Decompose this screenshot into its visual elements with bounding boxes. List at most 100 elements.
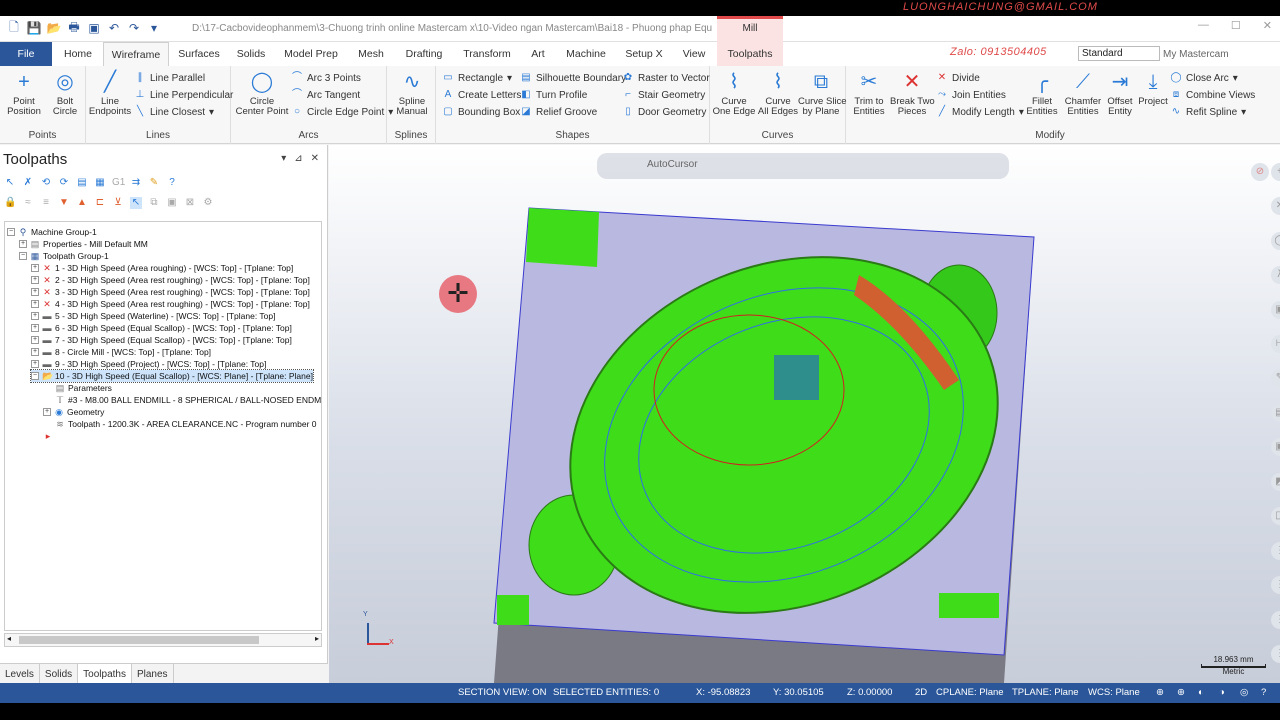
spline-manual-button[interactable]: ∿ Spline Manual [390, 70, 434, 117]
tab-surfaces[interactable]: Surfaces [172, 42, 226, 66]
expand-icon[interactable]: + [31, 360, 39, 368]
line-parallel-button[interactable]: ∥ Line Parallel [134, 72, 206, 84]
globe-icon[interactable]: ⊕ [1177, 687, 1185, 698]
tree-operation-7[interactable]: + ▬ 7 - 3D High Speed (Equal Scallop) - [W… [31, 334, 292, 346]
relief-groove-button[interactable]: ◪ Relief Groove [520, 106, 597, 118]
tab-model-prep[interactable]: Model Prep [280, 42, 342, 66]
tab-drafting[interactable]: Drafting [400, 42, 448, 66]
filter-view-icon[interactable]: ⋮ [1271, 576, 1280, 594]
add-icon[interactable]: + [1271, 163, 1280, 181]
create-letters-button[interactable]: A Create Letters [442, 89, 522, 101]
modify-length-button[interactable]: ╱ Modify Length ▾ [936, 106, 1024, 118]
maximize-icon[interactable]: ☐ [1231, 19, 1241, 32]
tab-solids-manager[interactable]: Solids [40, 664, 79, 683]
point-position-button[interactable]: + Point Position [4, 70, 44, 117]
2d-3d-toggle[interactable]: 2D [915, 687, 927, 698]
tree-toolpath-group[interactable]: − ▦ Toolpath Group-1 [19, 250, 109, 262]
expand-icon[interactable]: + [31, 288, 39, 296]
expand-icon[interactable]: + [31, 336, 39, 344]
circle-center-point-button[interactable]: ◯ Circle Center Point [233, 70, 291, 117]
backplot-icon[interactable]: ▤ [76, 177, 88, 189]
lock-icon[interactable]: 🔒 [4, 197, 16, 209]
offset-entity-button[interactable]: ⇥ Offset Entity [1102, 70, 1138, 117]
tree-tool[interactable]: 𝕋 #3 - M8.00 BALL ENDMILL - 8 SPHERICAL /… [55, 394, 321, 406]
expand-icon[interactable]: + [31, 348, 39, 356]
pin-icon[interactable]: ⊿ [294, 153, 302, 164]
line-closest-button[interactable]: ╲ Line Closest ▾ [134, 106, 214, 118]
curve-slice-by-plane-button[interactable]: ⧉ Curve Slice by Plane [798, 70, 847, 117]
tree-operation-8[interactable]: + ▬ 8 - Circle Mill - [WCS: Top] - [Tplane… [31, 346, 211, 358]
tree-operation-3[interactable]: + ✕ 3 - 3D High Speed (Area rest roughing)… [31, 286, 310, 298]
curve-one-edge-button[interactable]: ⌇ Curve One Edge [712, 70, 756, 117]
filter-icon[interactable]: ⊠ [184, 197, 196, 209]
rectangle-button[interactable]: ▭ Rectangle ▾ [442, 72, 512, 84]
select-all-icon[interactable]: ↖ [4, 177, 16, 189]
raster-to-vector-button[interactable]: ✿ Raster to Vector [622, 72, 710, 84]
section-view-status[interactable]: SECTION VIEW: ON [458, 687, 547, 698]
circle-tool-icon[interactable]: ◯ [1271, 232, 1280, 250]
cplane-status[interactable]: CPLANE: Plane [936, 687, 1004, 698]
tree-operation-2[interactable]: + ✕ 2 - 3D High Speed (Area rest roughing)… [31, 274, 310, 286]
customize-icon[interactable]: ▾ [146, 20, 162, 36]
expand-icon[interactable]: + [19, 240, 27, 248]
fillet-entities-button[interactable]: ╭ Fillet Entities [1022, 70, 1062, 117]
refit-spline-button[interactable]: ∿ Refit Spline ▾ [1170, 106, 1246, 118]
transparency-icon[interactable]: ◎ [1240, 687, 1248, 698]
insert-arrow[interactable]: ▸ [43, 430, 53, 442]
tab-toolpaths-manager[interactable]: Toolpaths [78, 664, 132, 683]
curve-all-edges-button[interactable]: ⌇ Curve All Edges [756, 70, 800, 117]
tree-geometry[interactable]: + ◉ Geometry [43, 406, 104, 418]
tree-operation-9[interactable]: + ▬ 9 - 3D High Speed (Project) - [WCS: To… [31, 358, 266, 370]
line-perpendicular-button[interactable]: ⊥ Line Perpendicular [134, 89, 234, 101]
select-invalid-icon[interactable]: ✗ [22, 177, 34, 189]
show-selected-icon[interactable]: ↖ [130, 197, 142, 209]
expand-icon[interactable]: + [31, 312, 39, 320]
cube-icon[interactable]: ▣ [1271, 438, 1280, 456]
door-geometry-button[interactable]: ▯ Door Geometry [622, 106, 706, 118]
line-endpoints-button[interactable]: ╱ Line Endpoints [88, 70, 132, 117]
project-button[interactable]: ⤓ Project [1136, 70, 1170, 107]
tab-home[interactable]: Home [56, 42, 100, 66]
tree-operation-4[interactable]: + ✕ 4 - 3D High Speed (Area rest roughing)… [31, 298, 310, 310]
workspace-select[interactable]: Standard [1078, 46, 1160, 61]
combine-views-button[interactable]: ⧈ Combine Views [1170, 89, 1255, 101]
layers-icon[interactable]: ▣ [1271, 301, 1280, 319]
collapse-icon[interactable]: − [19, 252, 27, 260]
collapse-icon[interactable]: − [7, 228, 15, 236]
save-icon[interactable]: 💾 [26, 20, 42, 36]
color-icon[interactable]: ◨ [1271, 507, 1280, 525]
bounding-box-button[interactable]: ▢ Bounding Box [442, 106, 520, 118]
stair-geometry-button[interactable]: ⌐ Stair Geometry [622, 89, 705, 101]
print-preview-icon[interactable]: ▣ [86, 20, 102, 36]
scroll-down-icon[interactable]: ⊻ [112, 197, 124, 209]
move-down-icon[interactable]: ▼ [58, 197, 70, 209]
globe-icon[interactable]: ⊕ [1156, 687, 1164, 698]
divide-button[interactable]: ✕ Divide [936, 72, 980, 84]
tree-operation-1[interactable]: + ✕ 1 - 3D High Speed (Area roughing) - [W… [31, 262, 293, 274]
pin-tool-icon[interactable]: ✕ [1271, 197, 1280, 215]
help-icon[interactable]: ? [166, 177, 178, 189]
arc-tangent-button[interactable]: ⌒ Arc Tangent [291, 89, 360, 101]
copy-icon[interactable]: ⧉ [148, 197, 160, 209]
insert-arrow-icon[interactable]: ⊏ [94, 197, 106, 209]
close-arc-button[interactable]: ◯ Close Arc ▾ [1170, 72, 1237, 84]
pencil-icon[interactable]: ✎ [1271, 369, 1280, 387]
tab-mesh[interactable]: Mesh [352, 42, 390, 66]
tree-toolpath-file[interactable]: ≋ Toolpath - 1200.3K - AREA CLEARANCE.NC … [55, 418, 316, 430]
tree-operation-6[interactable]: + ▬ 6 - 3D High Speed (Equal Scallop) - [W… [31, 322, 292, 334]
trim-to-entities-button[interactable]: ✂ Trim to Entities [848, 70, 890, 117]
tab-solids[interactable]: Solids [230, 42, 272, 66]
tree-operation-10[interactable]: − 📂 10 - 3D High Speed (Equal Scallop) - [… [30, 369, 314, 383]
arc-3-points-button[interactable]: ⌒ Arc 3 Points [291, 72, 361, 84]
tab-setup-x[interactable]: Setup X [620, 42, 668, 66]
silhouette-boundary-button[interactable]: ▤ Silhouette Boundary [520, 72, 626, 84]
tab-planes[interactable]: Planes [132, 664, 174, 683]
regenerate-icon[interactable]: ⟲ [40, 177, 52, 189]
expand-view-icon[interactable]: ⋮ [1271, 645, 1280, 663]
y-coordinate[interactable]: Y: 30.05105 [773, 687, 824, 698]
undo-icon[interactable]: ↶ [106, 20, 122, 36]
tab-art[interactable]: Art [524, 42, 552, 66]
tab-file[interactable]: File [0, 42, 52, 66]
redo-icon[interactable]: ↷ [126, 20, 142, 36]
x-coordinate[interactable]: X: -95.08823 [696, 687, 750, 698]
